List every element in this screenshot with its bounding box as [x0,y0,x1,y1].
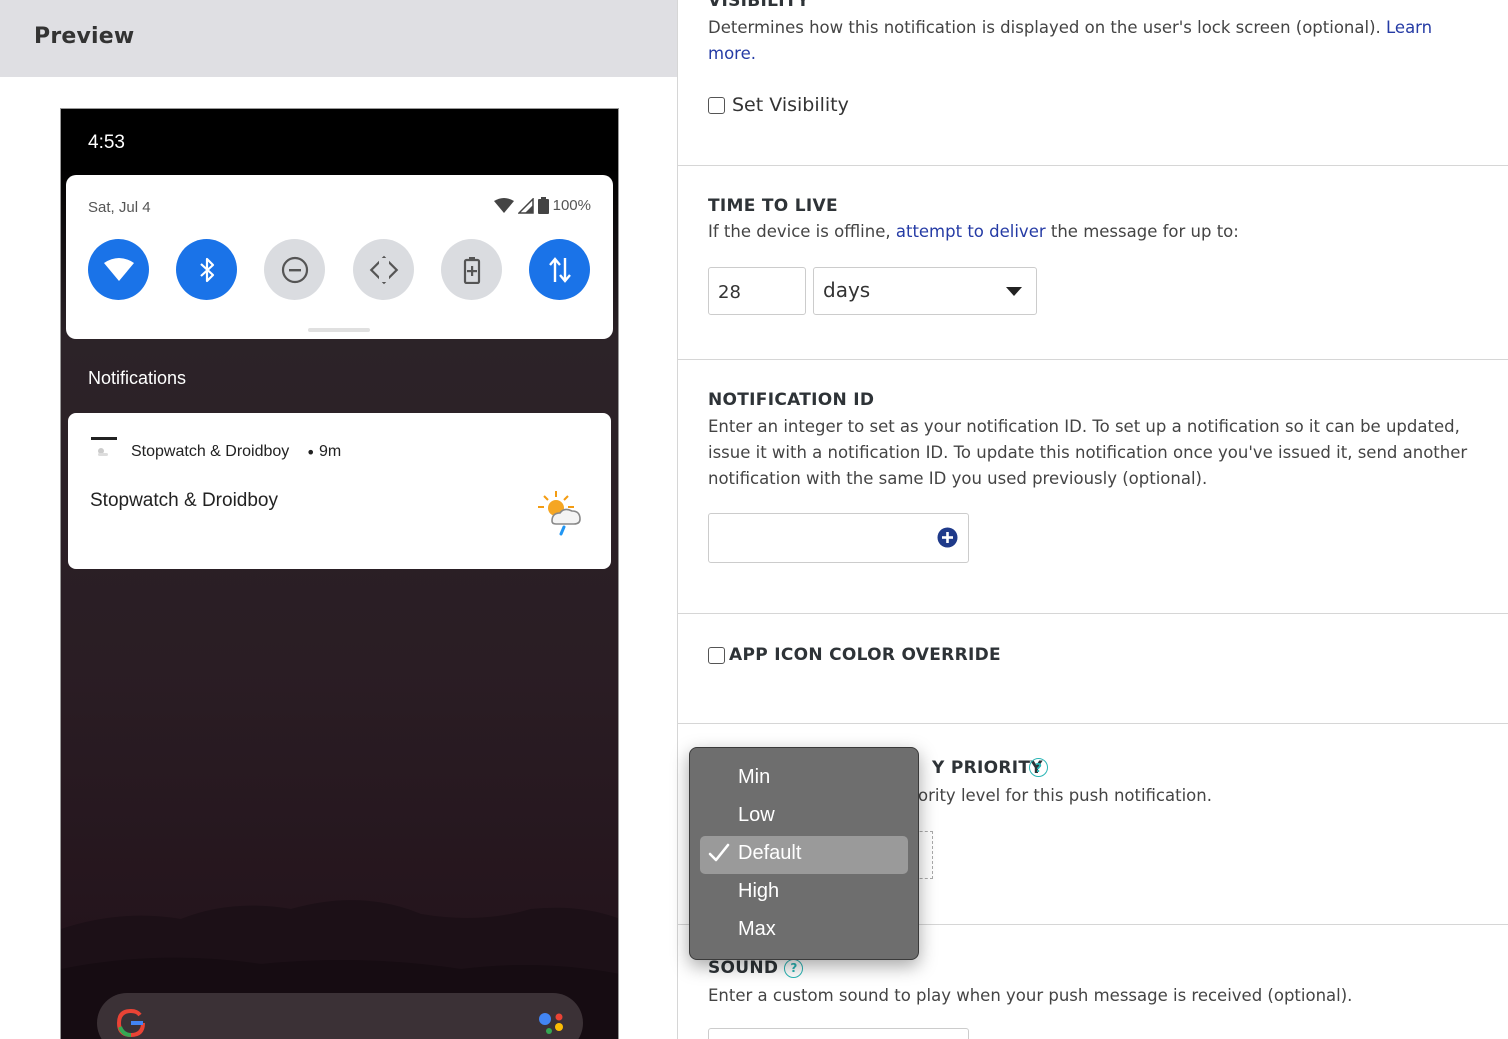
quick-settings-panel: Sat, Jul 4 100% [66,175,613,339]
weather-partly-cloudy-icon [538,491,581,536]
status-bar-time: 4:53 [88,132,125,153]
app-icon-color-row[interactable]: APP ICON COLOR OVERRIDE [708,645,1001,665]
do-not-disturb-tile[interactable] [264,239,325,300]
priority-help-icon[interactable]: ? [1029,758,1048,777]
notification-card[interactable]: Stopwatch & Droidboy • 9m Stopwatch & Dr… [68,413,611,569]
battery-percent: 100% [552,197,591,214]
ttl-desc-before: If the device is offline, [708,222,891,241]
mobile-data-tile[interactable] [529,239,590,300]
attempt-to-deliver-link[interactable]: attempt to deliver [896,222,1046,241]
auto-rotate-tile[interactable] [353,239,414,300]
assistant-icon [539,1013,563,1034]
preview-header: Preview [0,0,677,77]
wifi-tile[interactable] [88,239,149,300]
bluetooth-tile[interactable] [176,239,237,300]
notification-id-section: NOTIFICATION ID Enter an integer to set … [678,360,1508,614]
visibility-section: VISIBILITY Determines how this notificat… [678,0,1508,166]
priority-option-low[interactable]: Low [700,798,908,836]
sound-title-row: SOUND ? [708,958,804,978]
sound-description: Enter a custom sound to play when your p… [708,986,1353,1005]
google-logo-icon [116,1008,145,1038]
notification-separator: • [306,443,316,462]
set-visibility-row[interactable]: Set Visibility [708,94,849,116]
bluetooth-icon [199,257,214,282]
wifi-signal-icon [493,197,514,213]
app-icon-color-section: APP ICON COLOR OVERRIDE [678,614,1508,724]
ttl-desc-after: the message for up to: [1050,222,1239,241]
quick-settings-date: Sat, Jul 4 [88,199,151,216]
ttl-title: TIME TO LIVE [708,196,838,216]
time-to-live-section: TIME TO LIVE If the device is offline, a… [678,166,1508,360]
battery-icon [537,197,549,214]
wifi-icon [103,257,134,281]
notification-title: Stopwatch & Droidboy [90,490,278,511]
notification-id-description: Enter an integer to set as your notifica… [708,417,1468,488]
mobile-data-icon [548,256,571,283]
notification-time: 9m [319,443,342,460]
set-visibility-checkbox[interactable] [708,96,725,114]
app-icon [91,437,117,456]
preview-title: Preview [34,24,135,49]
plus-circle-icon[interactable] [937,527,958,548]
auto-rotate-icon [369,255,398,284]
priority-option-high[interactable]: High [700,874,908,912]
priority-option-default[interactable]: Default [700,836,908,874]
priority-option-default-label: Default [738,842,802,864]
visibility-title: VISIBILITY [708,0,810,11]
notifications-heading: Notifications [88,368,187,388]
ttl-unit-select[interactable]: days [813,267,1037,315]
priority-option-min[interactable]: Min [700,760,908,798]
notification-id-title: NOTIFICATION ID [708,390,875,410]
app-icon-color-checkbox[interactable] [708,646,725,664]
ttl-value-input[interactable]: 28 [708,267,806,315]
app-icon-color-title: APP ICON COLOR OVERRIDE [729,645,1001,665]
preview-pane: Preview 4:53 Sat, Jul 4 100% Notificatio… [0,0,677,1039]
sound-title: SOUND [708,958,779,978]
checkmark-icon [708,843,730,862]
visibility-description: Determines how this notification is disp… [708,15,1478,67]
status-icons: 100% [493,197,591,214]
sound-help-icon[interactable]: ? [784,958,804,978]
sound-input[interactable] [708,1028,969,1039]
battery-saver-icon [463,256,480,284]
quick-settings-handle[interactable] [308,328,370,332]
ttl-description: If the device is offline, attempt to del… [708,219,1478,245]
cell-signal-icon [517,197,534,214]
set-visibility-label: Set Visibility [732,94,849,116]
priority-dropdown-menu: Min Low Default High Max [689,747,919,960]
priority-title: Y PRIORITY [932,758,1043,778]
phone-preview: 4:53 Sat, Jul 4 100% Notifications Stopw… [60,108,619,1039]
do-not-disturb-icon [281,256,308,283]
battery-saver-tile[interactable] [441,239,502,300]
priority-option-max[interactable]: Max [700,912,908,950]
notification-app-name: Stopwatch & Droidboy [131,443,290,460]
google-search-bar[interactable] [97,993,583,1039]
caret-down-icon [1006,287,1022,296]
ttl-unit-value: days [823,278,871,302]
visibility-description-text: Determines how this notification is disp… [708,18,1381,37]
notification-id-input[interactable] [708,513,969,563]
priority-description: ority level for this push notification. [918,786,1212,805]
